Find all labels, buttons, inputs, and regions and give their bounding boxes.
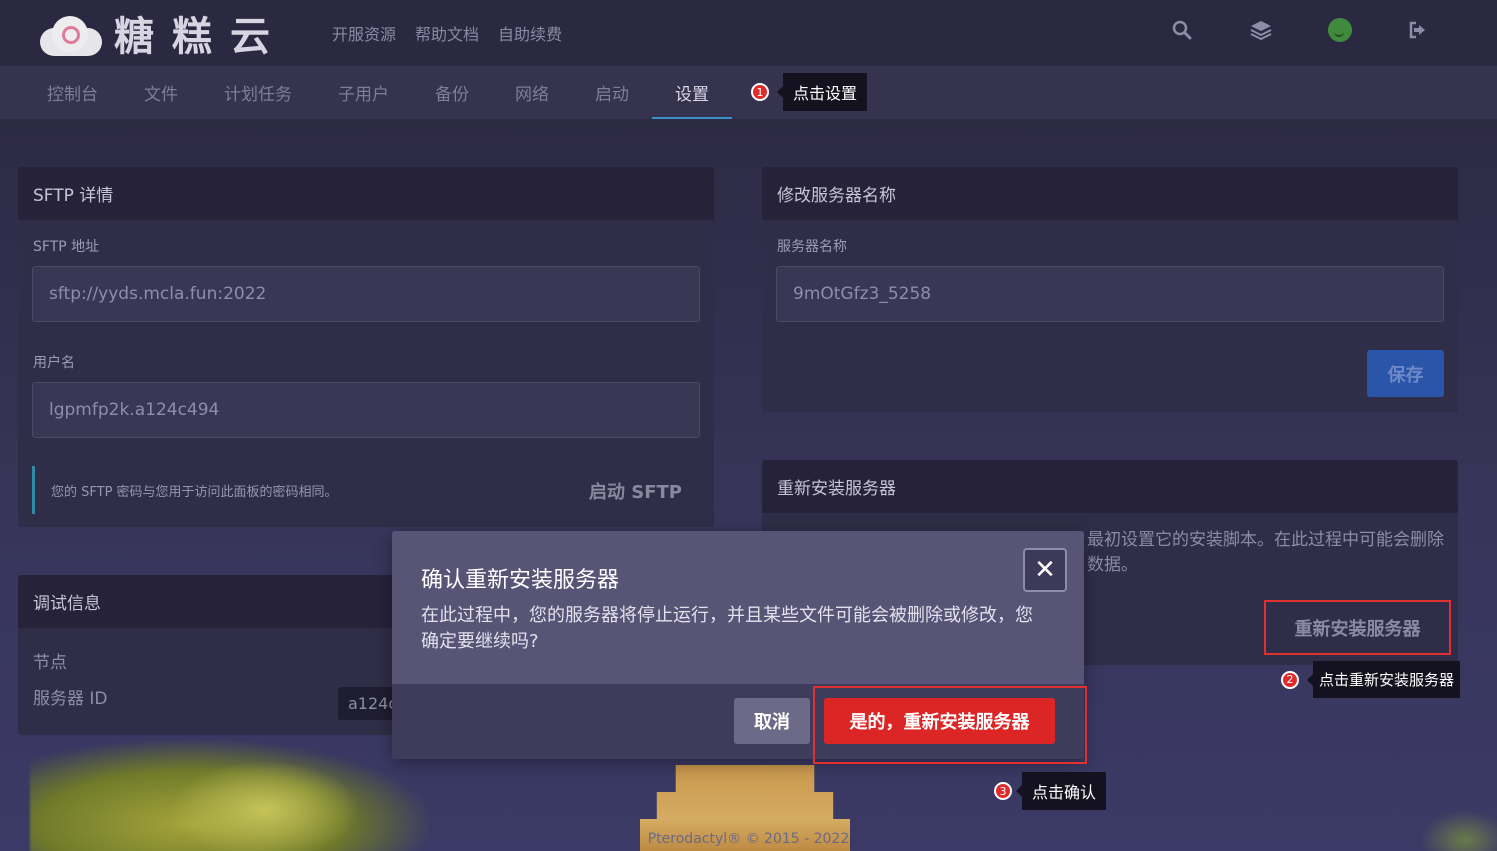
top-link-renew[interactable]: 自助续费	[498, 21, 562, 45]
top-links: 开服资源 帮助文档 自助续费	[332, 21, 562, 45]
rename-panel: 修改服务器名称 服务器名称 9mOtGfz3_5258 保存	[762, 167, 1458, 412]
tab-startup[interactable]: 启动	[572, 66, 652, 119]
cancel-button[interactable]: 取消	[734, 698, 810, 744]
footer-copyright: Pterodactyl® © 2015 - 2022	[647, 831, 850, 847]
annotation-number: 2	[1281, 670, 1299, 689]
tab-settings[interactable]: 设置	[652, 66, 732, 119]
sftp-note-text: 您的 SFTP 密码与您用于访问此面板的密码相同。	[51, 484, 338, 500]
annotation-text: 点击确认	[1015, 772, 1107, 810]
server-tab-bar: 控制台 文件 计划任务 子用户 备份 网络 启动 设置	[0, 66, 1497, 119]
sftp-username-label: 用户名	[33, 355, 75, 371]
annotation-1: 1 点击设置	[751, 73, 868, 111]
search-icon[interactable]	[1170, 18, 1194, 42]
sftp-panel: SFTP 详情 SFTP 地址 sftp://yyds.mcla.fun:202…	[18, 167, 714, 527]
layers-icon[interactable]	[1249, 18, 1273, 42]
sftp-password-note: 您的 SFTP 密码与您用于访问此面板的密码相同。 启动 SFTP	[32, 466, 700, 514]
modal-text: 在此过程中，您的服务器将停止运行，并且某些文件可能会被删除或修改，您确定要继续吗…	[421, 605, 1033, 652]
sftp-address-field[interactable]: sftp://yyds.mcla.fun:2022	[32, 266, 700, 322]
annotation-2: 2 点击重新安装服务器	[1281, 661, 1461, 698]
annotation-text: 点击重新安装服务器	[1306, 661, 1461, 698]
tab-subusers[interactable]: 子用户	[315, 66, 412, 119]
debug-panel-title: 调试信息	[18, 575, 398, 628]
brand-logo[interactable]: 糖糕云	[38, 4, 318, 62]
rename-panel-title: 修改服务器名称	[762, 167, 1458, 220]
annotation-3: 3 点击确认	[994, 772, 1107, 810]
top-bar: 糖糕云 开服资源 帮助文档 自助续费	[0, 0, 1497, 66]
tab-console[interactable]: 控制台	[24, 66, 121, 119]
debug-panel: 调试信息 节点 服务器 ID a124c	[18, 575, 398, 735]
annotation-number: 1	[751, 83, 769, 101]
annotation-text: 点击设置	[776, 73, 868, 111]
top-icons	[1170, 18, 1431, 42]
cloud-logo-icon	[38, 10, 104, 56]
reinstall-server-button[interactable]: 重新安装服务器	[1264, 600, 1451, 655]
top-link-resources[interactable]: 开服资源	[332, 21, 396, 45]
tab-backups[interactable]: 备份	[412, 66, 492, 119]
modal-title: 确认重新安装服务器	[421, 568, 620, 593]
brand-name: 糖糕云	[114, 13, 288, 60]
debug-server-id-value: a124c	[338, 687, 398, 720]
tab-network[interactable]: 网络	[492, 66, 572, 119]
tab-schedules[interactable]: 计划任务	[201, 66, 315, 119]
annotation-number: 3	[994, 782, 1012, 800]
save-button[interactable]: 保存	[1367, 350, 1444, 397]
sftp-panel-title: SFTP 详情	[18, 167, 714, 220]
reinstall-description: 最初设置它的安装脚本。在此过程中可能会删除 数据。	[1087, 530, 1444, 575]
server-name-label: 服务器名称	[777, 239, 847, 255]
confirm-highlight-outline	[813, 686, 1087, 764]
avatar[interactable]	[1328, 18, 1352, 42]
tab-files[interactable]: 文件	[121, 66, 201, 119]
reinstall-panel-title: 重新安装服务器	[762, 460, 1458, 513]
sftp-address-label: SFTP 地址	[33, 239, 100, 255]
close-icon[interactable]: ✕	[1023, 548, 1067, 592]
server-name-field[interactable]: 9mOtGfz3_5258	[776, 266, 1444, 322]
launch-sftp-button[interactable]: 启动 SFTP	[589, 478, 682, 504]
logout-icon[interactable]	[1407, 18, 1431, 42]
sftp-username-field[interactable]: lgpmfp2k.a124c494	[32, 382, 700, 438]
debug-node-label: 节点	[33, 652, 67, 673]
top-link-docs[interactable]: 帮助文档	[415, 21, 479, 45]
